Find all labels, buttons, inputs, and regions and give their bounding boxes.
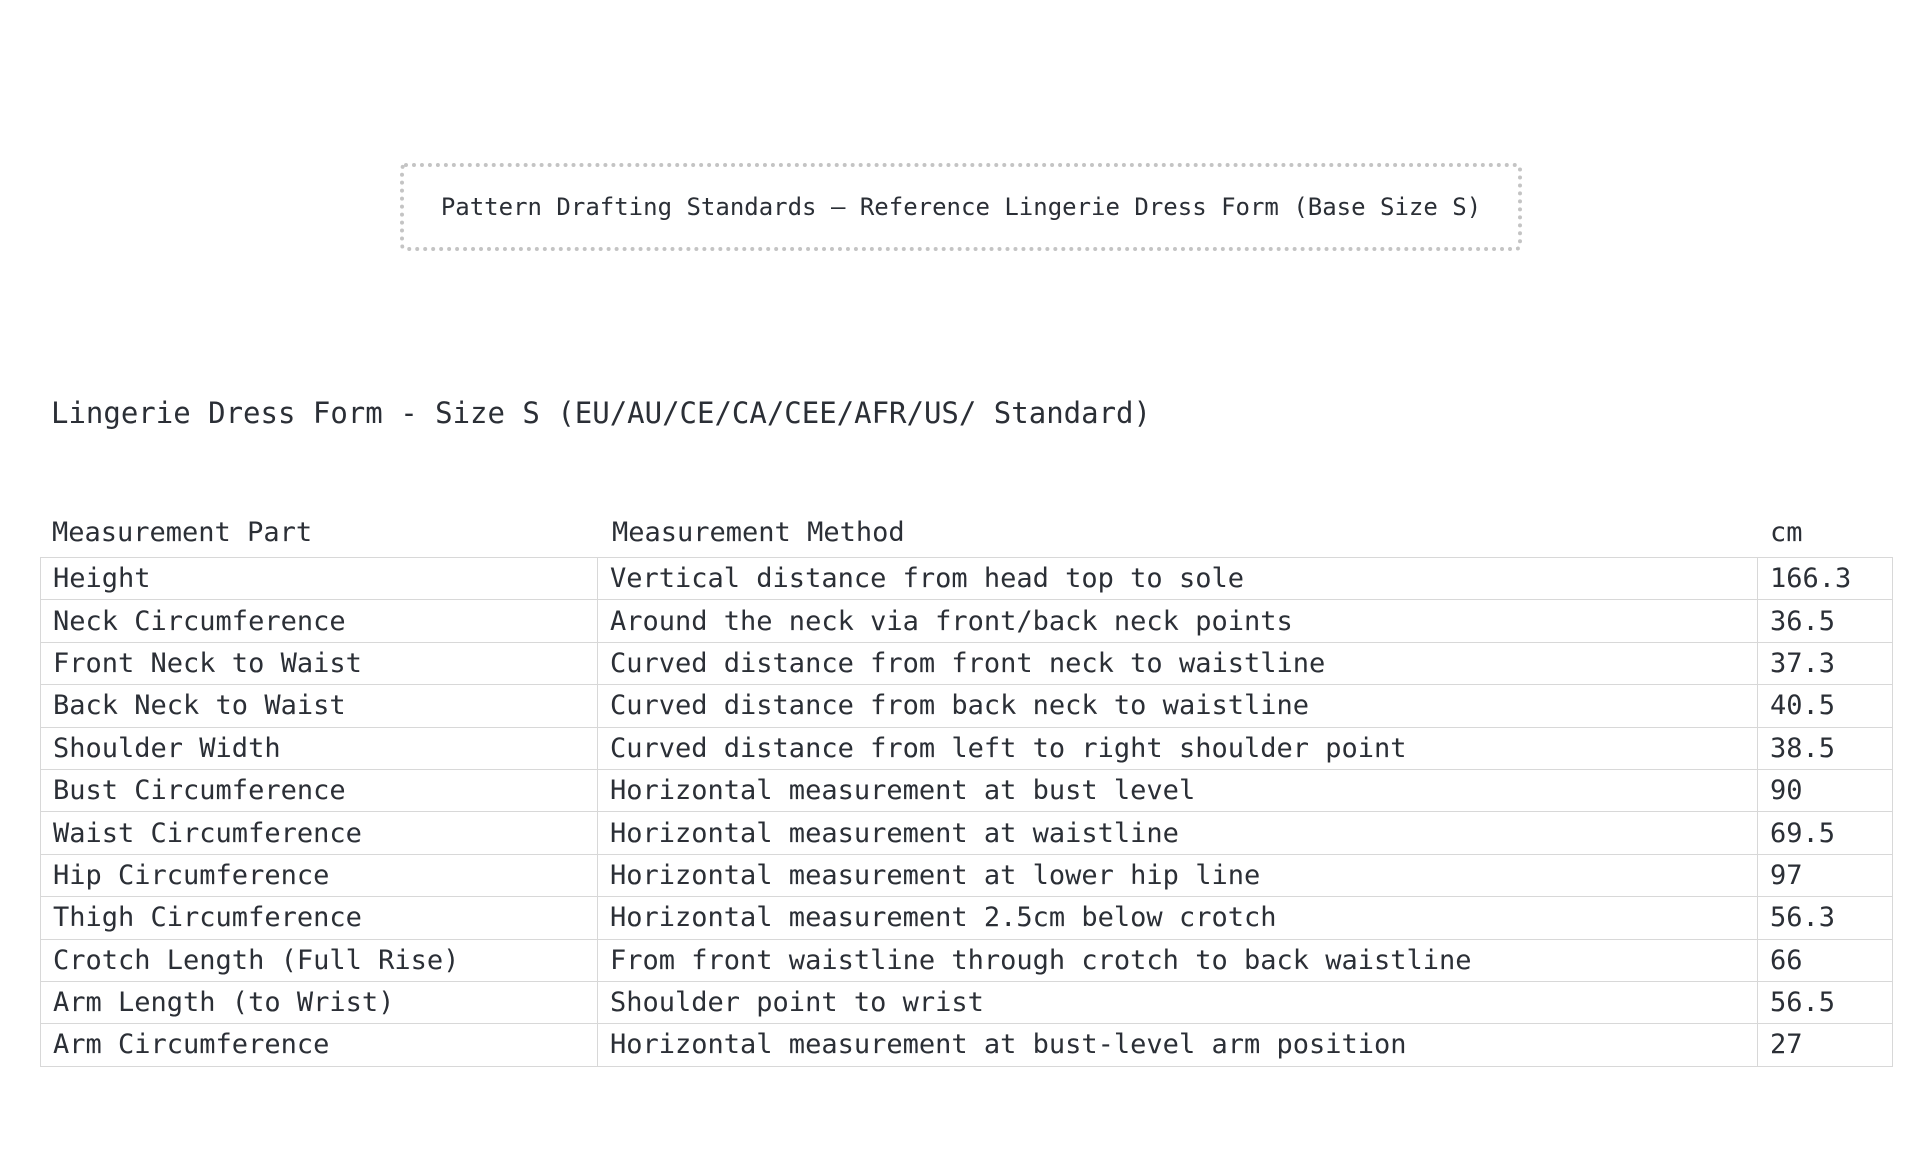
cell-measurement-part: Waist Circumference: [40, 811, 598, 855]
cell-measurement-part: Arm Length (to Wrist): [40, 980, 598, 1025]
cell-measurement-part: Arm Circumference: [40, 1023, 598, 1067]
cell-value-cm: 90: [1757, 768, 1893, 813]
cell-measurement-part: Height: [40, 556, 598, 601]
table-row: Height Vertical distance from head top to…: [40, 556, 1893, 601]
cell-measurement-method: Around the neck via front/back neck poin…: [597, 599, 1758, 643]
cell-measurement-method: Horizontal measurement at lower hip line: [597, 853, 1758, 898]
cell-measurement-part: Neck Circumference: [40, 599, 598, 643]
cell-value-cm: 36.5: [1757, 599, 1893, 643]
cell-value-cm: 69.5: [1757, 811, 1893, 855]
cell-measurement-method: Horizontal measurement at waistline: [597, 811, 1758, 855]
cell-measurement-method: Horizontal measurement 2.5cm below crotc…: [597, 896, 1758, 940]
cell-measurement-method: Horizontal measurement at bust level: [597, 768, 1758, 813]
cell-measurement-part: Hip Circumference: [40, 853, 598, 898]
cell-value-cm: 38.5: [1757, 726, 1893, 770]
table-header-row: Measurement Part Measurement Method cm: [40, 507, 1892, 557]
cell-value-cm: 37.3: [1757, 641, 1893, 686]
table-row: Crotch Length (Full Rise) From front wais…: [40, 938, 1893, 982]
cell-measurement-method: Curved distance from left to right shoul…: [597, 726, 1758, 770]
table-row: Bust Circumference Horizontal measurement…: [40, 768, 1893, 813]
cell-measurement-part: Bust Circumference: [40, 768, 598, 813]
cell-value-cm: 27: [1757, 1023, 1893, 1067]
banner-title: Pattern Drafting Standards – Reference L…: [440, 193, 1482, 221]
measurement-table: Height Vertical distance from head top to…: [40, 556, 1893, 1067]
cell-measurement-part: Shoulder Width: [40, 726, 598, 770]
table-row: Shoulder Width Curved distance from left …: [40, 726, 1893, 770]
cell-value-cm: 56.5: [1757, 980, 1893, 1025]
header-cm: cm: [1770, 517, 1803, 548]
table-row: Thigh Circumference Horizontal measuremen…: [40, 896, 1893, 940]
table-row: Front Neck to Waist Curved distance from …: [40, 641, 1893, 686]
cell-measurement-method: Curved distance from back neck to waistl…: [597, 684, 1758, 728]
measurement-table-body: Height Vertical distance from head top to…: [40, 556, 1893, 1067]
cell-measurement-method: Horizontal measurement at bust-level arm…: [597, 1023, 1758, 1067]
table-row: Neck Circumference Around the neck via fr…: [40, 599, 1893, 643]
cell-measurement-part: Thigh Circumference: [40, 896, 598, 940]
cell-measurement-method: Vertical distance from head top to sole: [597, 556, 1758, 601]
document-banner: Pattern Drafting Standards – Reference L…: [400, 163, 1522, 251]
cell-measurement-part: Back Neck to Waist: [40, 684, 598, 728]
cell-value-cm: 56.3: [1757, 896, 1893, 940]
table-row: Arm Length (to Wrist) Shoulder point to w…: [40, 980, 1893, 1025]
form-title: Lingerie Dress Form - Size S (EU/AU/CE/C…: [51, 396, 1151, 430]
header-measurement-method: Measurement Method: [612, 517, 905, 548]
cell-value-cm: 66: [1757, 938, 1893, 982]
measurement-table-container: Measurement Part Measurement Method cm H…: [40, 507, 1893, 1067]
cell-value-cm: 40.5: [1757, 684, 1893, 728]
cell-measurement-part: Crotch Length (Full Rise): [40, 938, 598, 982]
cell-value-cm: 166.3: [1757, 556, 1893, 601]
cell-measurement-part: Front Neck to Waist: [40, 641, 598, 686]
table-row: Waist Circumference Horizontal measuremen…: [40, 811, 1893, 855]
cell-measurement-method: Shoulder point to wrist: [597, 980, 1758, 1025]
cell-measurement-method: Curved distance from front neck to waist…: [597, 641, 1758, 686]
header-measurement-part: Measurement Part: [52, 517, 313, 548]
table-row: Back Neck to Waist Curved distance from b…: [40, 684, 1893, 728]
table-row: Hip Circumference Horizontal measurement …: [40, 853, 1893, 898]
table-row: Arm Circumference Horizontal measurement …: [40, 1023, 1893, 1067]
cell-value-cm: 97: [1757, 853, 1893, 898]
cell-measurement-method: From front waistline through crotch to b…: [597, 938, 1758, 982]
